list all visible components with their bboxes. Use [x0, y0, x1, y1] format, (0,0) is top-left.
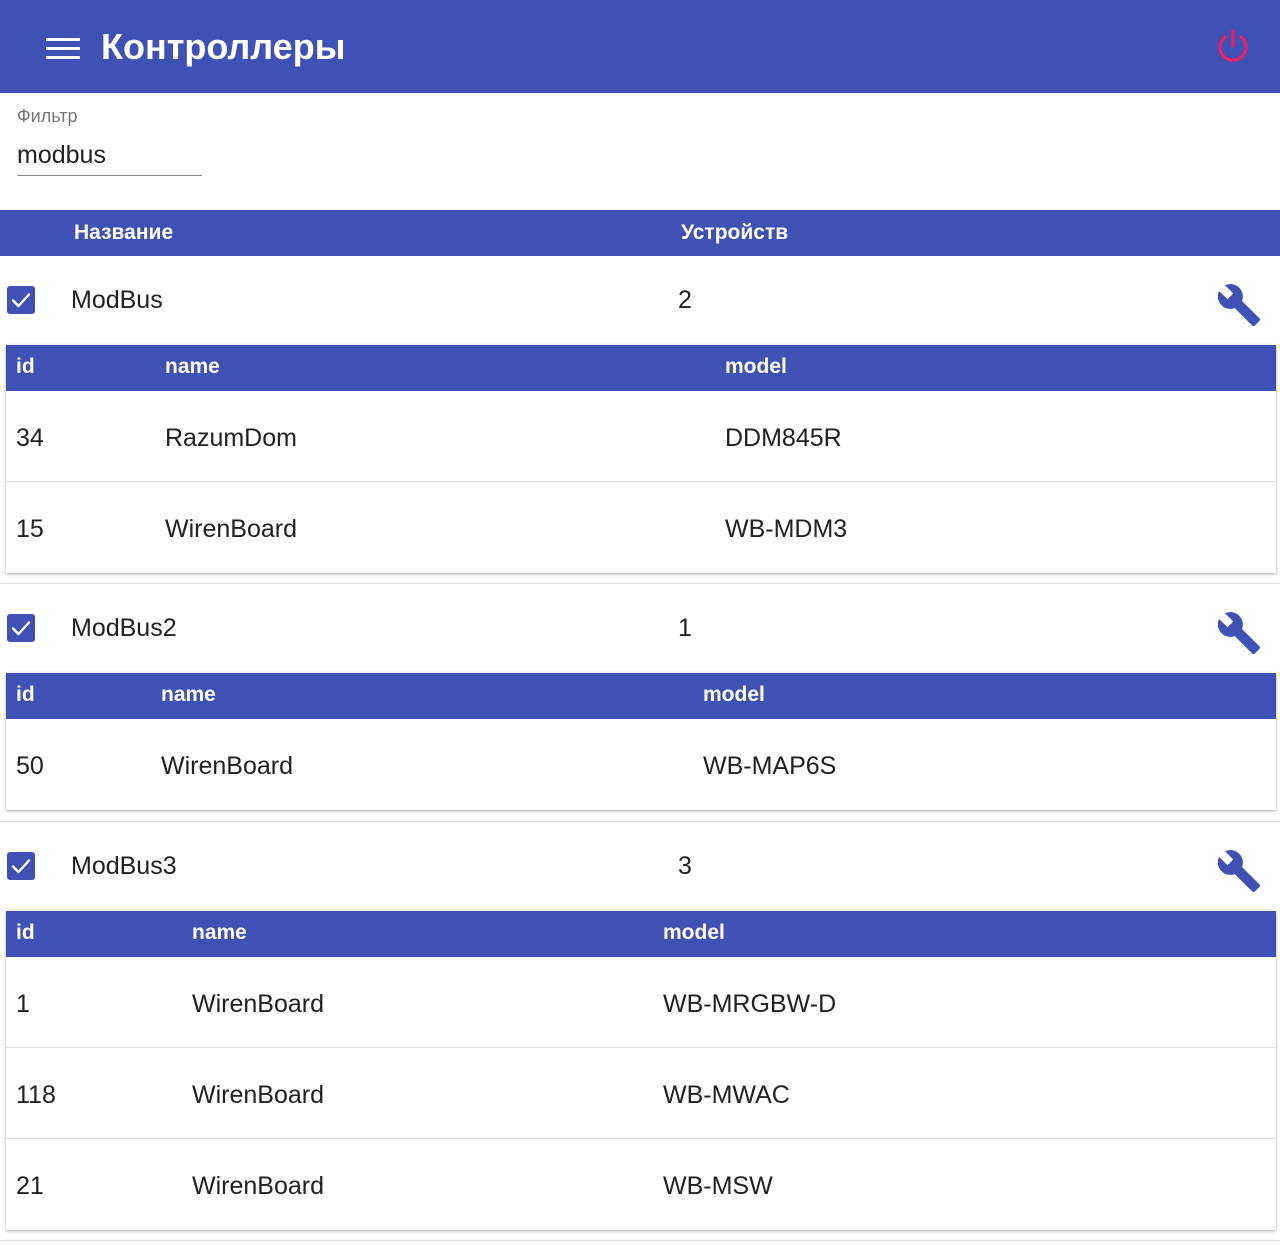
cell-name: WirenBoard: [161, 752, 293, 780]
cell-name: RazumDom: [165, 424, 297, 452]
column-header-name: name: [192, 921, 247, 944]
column-header-devices: Устройств: [681, 221, 789, 244]
column-header-model: model: [703, 683, 765, 706]
controller-device-count: 2: [678, 286, 692, 314]
wrench-icon[interactable]: [1216, 610, 1262, 656]
menu-icon[interactable]: [46, 38, 80, 60]
controller-device-count: 1: [678, 614, 692, 642]
cell-model: WB-MDM3: [725, 515, 848, 543]
column-header-id: id: [16, 921, 35, 944]
power-icon[interactable]: [1213, 27, 1253, 67]
table-row[interactable]: 15 WirenBoard WB-MDM3: [6, 482, 1276, 573]
devices-table-header: id name model: [6, 345, 1276, 391]
controller-name: ModBus3: [71, 852, 177, 880]
table-row[interactable]: 50 WirenBoard WB-MAP6S: [6, 719, 1276, 810]
controller-row[interactable]: ModBus3 3: [0, 822, 1280, 912]
page-title: Контроллеры: [101, 26, 346, 67]
column-header-name: Название: [74, 221, 174, 244]
devices-table: id name model 50 WirenBoard WB-MAP6S: [6, 673, 1276, 810]
cell-name: WirenBoard: [192, 990, 324, 1018]
controller-row[interactable]: ModBus 2: [0, 256, 1280, 346]
app-bar: Контроллеры: [0, 0, 1280, 93]
table-row[interactable]: 21 WirenBoard WB-MSW: [6, 1139, 1276, 1230]
check-icon: [11, 621, 31, 636]
cell-id: 34: [16, 424, 44, 452]
cell-model: WB-MAP6S: [703, 752, 837, 780]
column-header-model: model: [725, 355, 787, 378]
controllers-table-header: Название Устройств: [0, 210, 1280, 256]
filter-label: Фильтр: [17, 106, 78, 126]
cell-model: WB-MWAC: [663, 1081, 790, 1109]
controller-device-count: 3: [678, 852, 692, 880]
devices-table-header: id name model: [6, 673, 1276, 719]
cell-name: WirenBoard: [192, 1172, 324, 1200]
controller-checkbox[interactable]: [7, 286, 35, 314]
column-header-id: id: [16, 355, 35, 378]
table-row[interactable]: 118 WirenBoard WB-MWAC: [6, 1048, 1276, 1139]
cell-model: WB-MRGBW-D: [663, 990, 837, 1018]
cell-name: WirenBoard: [192, 1081, 324, 1109]
devices-table: id name model 34 RazumDom DDM845R 15 WirenBoard…: [6, 345, 1276, 573]
cell-name: WirenBoard: [165, 515, 297, 543]
check-icon: [11, 859, 31, 874]
wrench-icon[interactable]: [1216, 282, 1262, 328]
table-row[interactable]: 34 RazumDom DDM845R: [6, 391, 1276, 482]
filter-field: Фильтр: [17, 104, 202, 178]
column-header-id: id: [16, 683, 35, 706]
controller-name: ModBus2: [71, 614, 177, 642]
controller-checkbox[interactable]: [7, 614, 35, 642]
devices-table: id name model 1 WirenBoard WB-MRGBW-D 118 Wiren…: [6, 911, 1276, 1230]
cell-id: 1: [16, 990, 30, 1018]
column-header-model: model: [663, 921, 725, 944]
divider: [0, 1240, 1280, 1241]
check-icon: [11, 293, 31, 308]
devices-table-header: id name model: [6, 911, 1276, 957]
filter-input[interactable]: [17, 136, 202, 176]
column-header-name: name: [161, 683, 216, 706]
controller-name: ModBus: [71, 286, 163, 314]
cell-model: WB-MSW: [663, 1172, 773, 1200]
table-row[interactable]: 1 WirenBoard WB-MRGBW-D: [6, 957, 1276, 1048]
controller-row[interactable]: ModBus2 1: [0, 584, 1280, 674]
cell-id: 50: [16, 752, 44, 780]
controller-checkbox[interactable]: [7, 852, 35, 880]
cell-model: DDM845R: [725, 424, 842, 452]
column-header-name: name: [165, 355, 220, 378]
cell-id: 21: [16, 1172, 44, 1200]
cell-id: 118: [16, 1081, 56, 1109]
wrench-icon[interactable]: [1216, 848, 1262, 894]
cell-id: 15: [16, 515, 44, 543]
